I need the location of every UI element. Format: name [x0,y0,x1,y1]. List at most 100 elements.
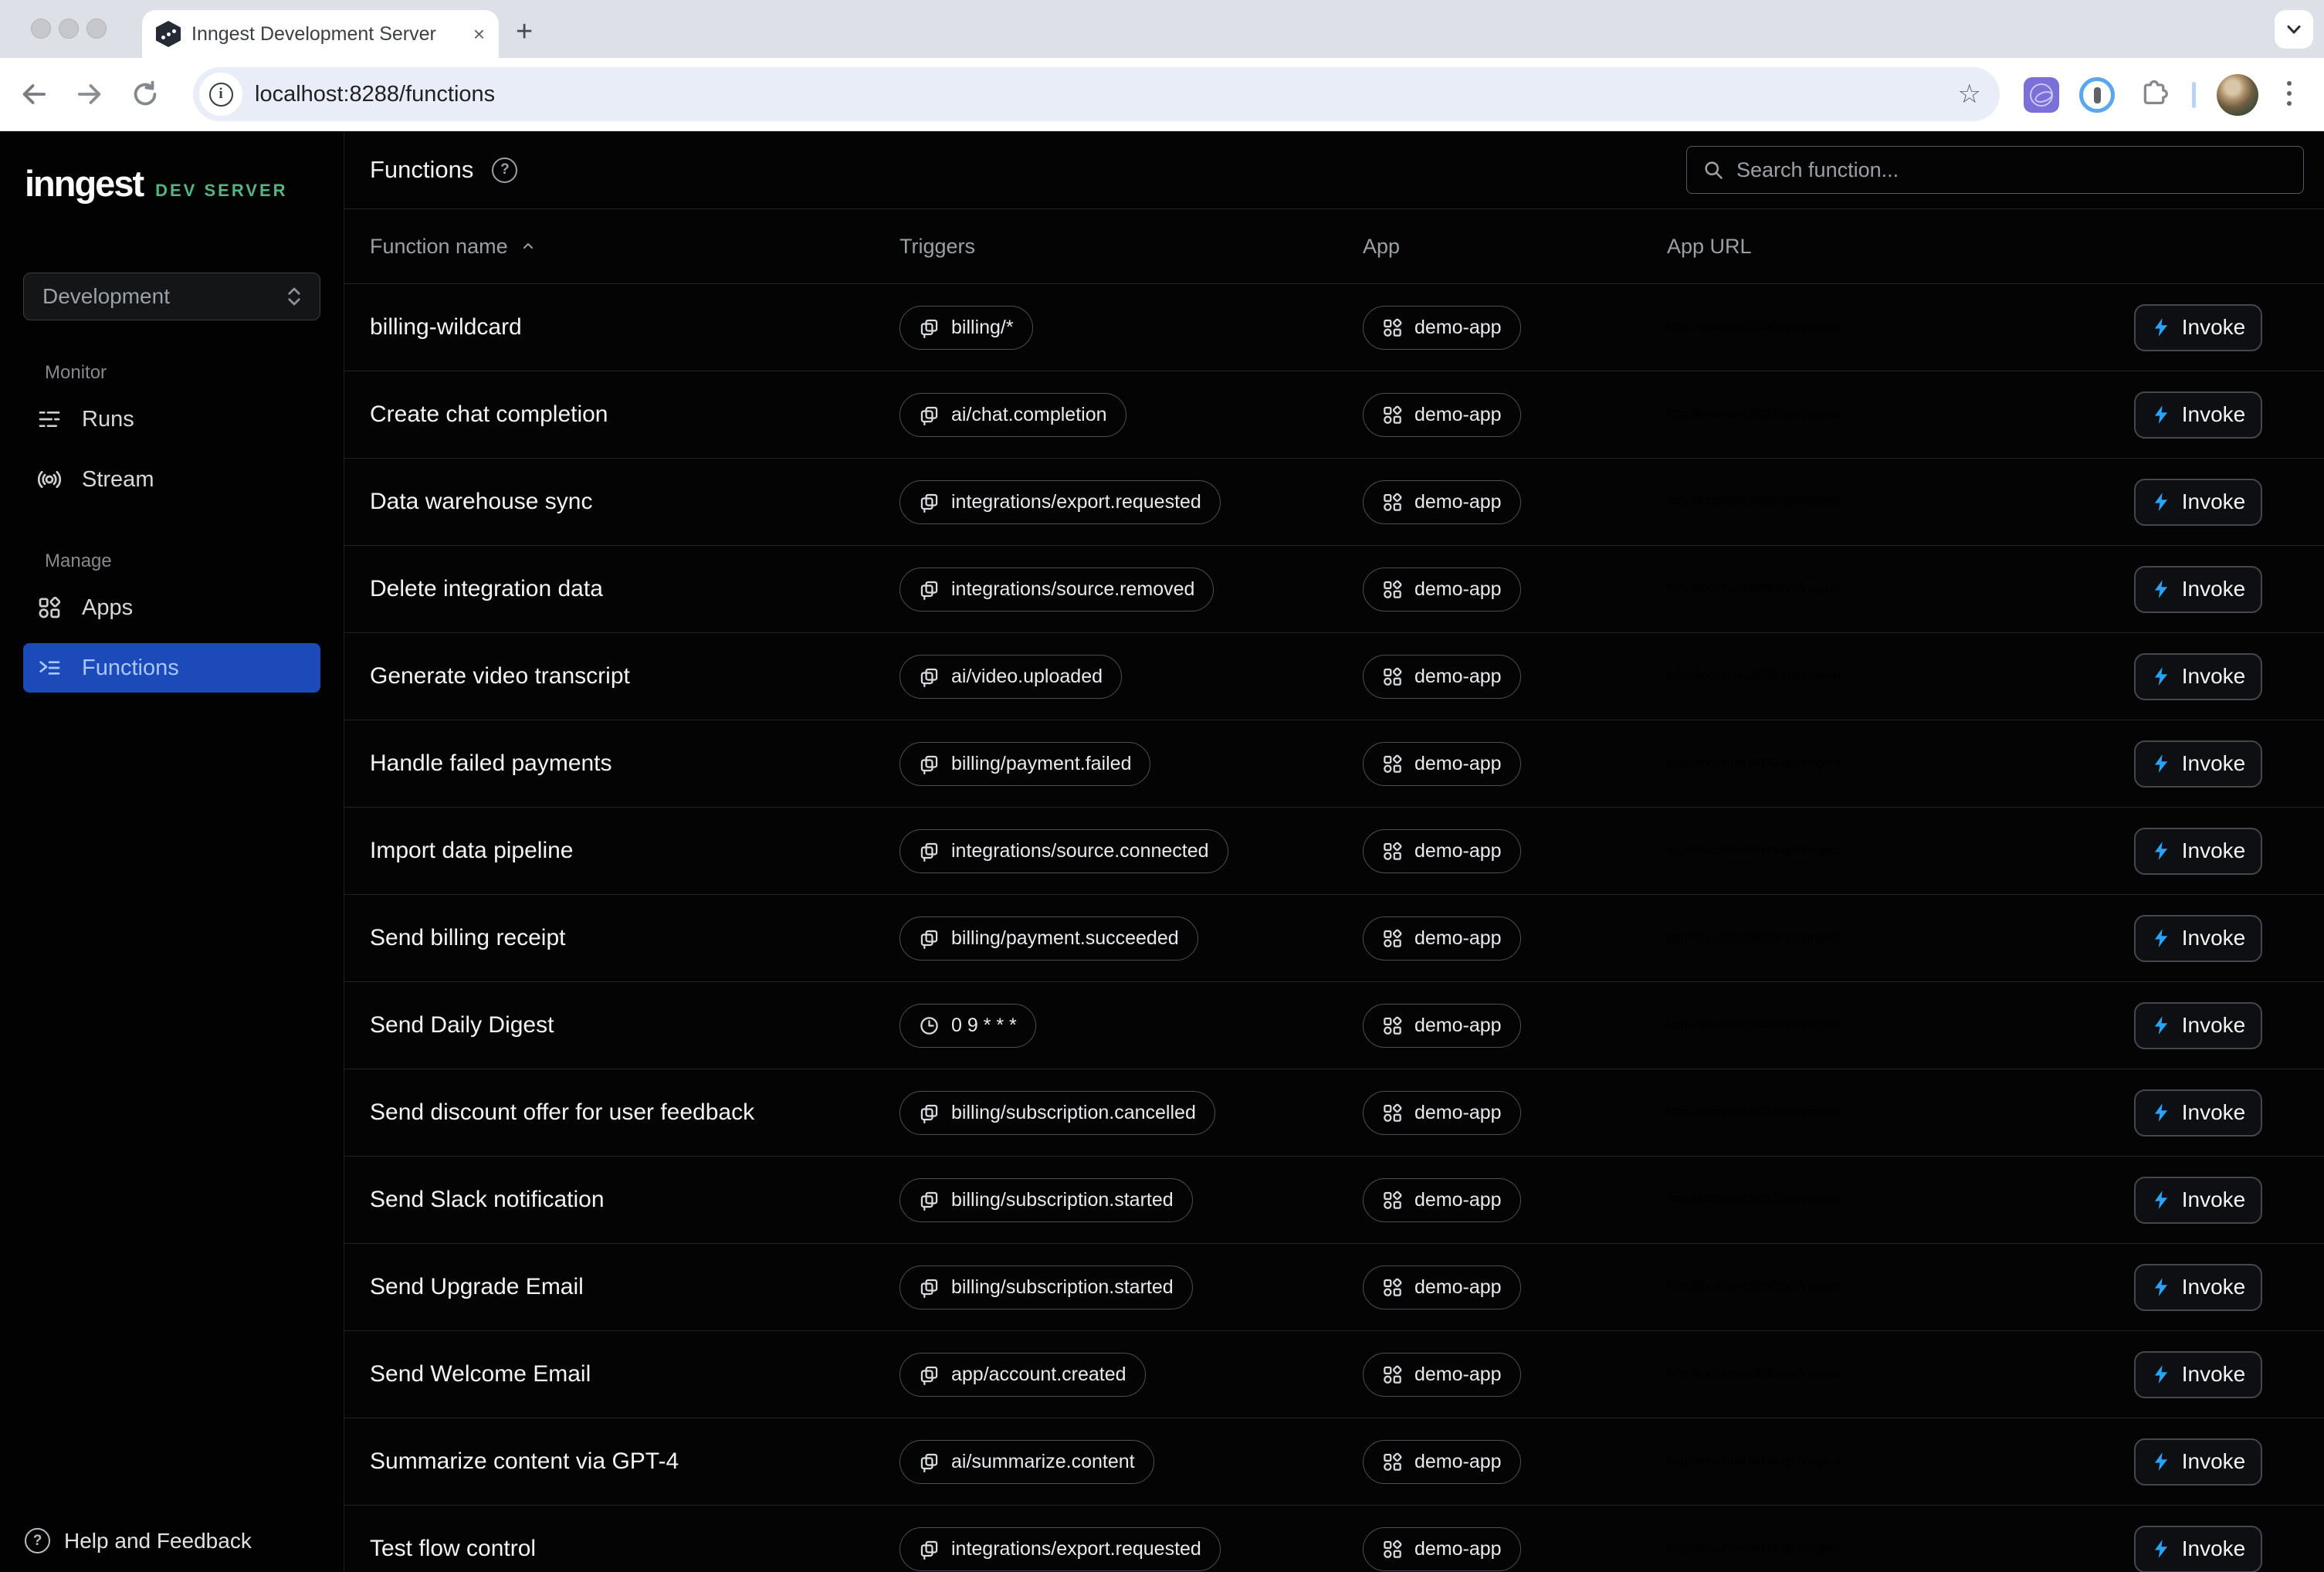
password-manager-icon[interactable] [2079,77,2115,113]
trigger-badge[interactable]: app/account.created [899,1353,1146,1397]
invoke-button[interactable]: Invoke [2134,828,2262,875]
minimize-window-button[interactable] [59,19,79,39]
invoke-button[interactable]: Invoke [2134,1089,2262,1137]
invoke-button[interactable]: Invoke [2134,1002,2262,1049]
invoke-button[interactable]: Invoke [2134,1177,2262,1224]
search-box[interactable] [1686,146,2304,194]
bookmark-star-icon[interactable]: ☆ [1958,81,1981,107]
column-function-name[interactable]: Function name [370,235,508,259]
profile-avatar[interactable] [2217,74,2258,116]
invoke-button[interactable]: Invoke [2134,653,2262,700]
sidebar-item-runs[interactable]: Runs [23,395,320,444]
app-badge[interactable]: demo-app [1363,1004,1521,1048]
trigger-badge[interactable]: billing/* [899,306,1033,350]
browser-menu-button[interactable] [2284,78,2295,109]
address-bar[interactable]: i localhost:8288/functions ☆ [193,67,2000,121]
app-badge[interactable]: demo-app [1363,480,1521,524]
close-window-button[interactable] [31,19,51,39]
site-info-button[interactable]: i [199,73,242,116]
app-badge[interactable]: demo-app [1363,1091,1521,1135]
function-name[interactable]: Send billing receipt [370,925,566,951]
invoke-button[interactable]: Invoke [2134,566,2262,613]
function-name[interactable]: Handle failed payments [370,750,612,777]
trigger-label: integrations/source.connected [951,840,1209,862]
trigger-badge[interactable]: billing/subscription.started [899,1265,1193,1309]
app-badge[interactable]: demo-app [1363,567,1521,612]
function-name[interactable]: Send Upgrade Email [370,1274,584,1300]
invoke-button[interactable]: Invoke [2134,1264,2262,1311]
app-badge[interactable]: demo-app [1363,1353,1521,1397]
trigger-badge[interactable]: ai/chat.completion [899,393,1126,437]
functions-table-body: billing-wildcard billing/* demo-app http… [344,284,2324,1572]
page-help-icon[interactable]: ? [492,158,517,183]
function-name[interactable]: Import data pipeline [370,838,574,864]
zoom-window-button[interactable] [86,19,107,39]
trigger-badge[interactable]: integrations/export.requested [899,480,1221,524]
function-name[interactable]: Test flow control [370,1536,536,1562]
trigger-label: ai/summarize.content [951,1451,1135,1473]
function-name[interactable]: Send discount offer for user feedback [370,1099,754,1126]
app-badge[interactable]: demo-app [1363,829,1521,873]
reload-button[interactable] [128,77,162,111]
forward-button[interactable] [73,77,107,111]
function-name[interactable]: Delete integration data [370,576,603,602]
trigger-badge[interactable]: billing/payment.failed [899,742,1150,786]
sidebar-item-stream[interactable]: Stream [23,455,320,504]
invoke-button[interactable]: Invoke [2134,1438,2262,1486]
tab-close-icon[interactable]: × [473,24,485,44]
app-badge[interactable]: demo-app [1363,655,1521,699]
help-and-feedback[interactable]: ? Help and Feedback [25,1528,252,1553]
app-badge[interactable]: demo-app [1363,916,1521,960]
event-icon [919,754,940,774]
app-badge[interactable]: demo-app [1363,1440,1521,1484]
sidebar-item-label: Stream [82,467,154,493]
url-text[interactable]: localhost:8288/functions [255,82,1958,107]
function-name[interactable]: Data warehouse sync [370,489,593,515]
extensions-puzzle-icon[interactable] [2136,76,2170,114]
invoke-button[interactable]: Invoke [2134,915,2262,962]
environment-select[interactable]: Development [23,273,320,320]
trigger-badge[interactable]: billing/subscription.started [899,1178,1193,1222]
back-button[interactable] [17,77,51,111]
trigger-badge[interactable]: billing/subscription.cancelled [899,1091,1215,1135]
invoke-button[interactable]: Invoke [2134,479,2262,526]
extension-icon[interactable] [2024,77,2059,113]
invoke-button[interactable]: Invoke [2134,1351,2262,1398]
app-icon [1382,405,1403,425]
sidebar-item-apps[interactable]: Apps [23,583,320,632]
trigger-badge[interactable]: 0 9 * * * [899,1004,1036,1048]
app-badge-label: demo-app [1414,666,1502,688]
browser-tab[interactable]: Inngest Development Server × [142,10,499,58]
new-tab-button[interactable]: + [516,17,533,46]
app-badge[interactable]: demo-app [1363,742,1521,786]
trigger-badge[interactable]: billing/payment.succeeded [899,916,1198,960]
invoke-button[interactable]: Invoke [2134,740,2262,788]
app-badge[interactable]: demo-app [1363,1265,1521,1309]
invoke-button[interactable]: Invoke [2134,304,2262,351]
trigger-badge[interactable]: integrations/source.removed [899,567,1214,612]
function-name[interactable]: Send Welcome Email [370,1361,591,1387]
tab-search-button[interactable] [2275,10,2313,49]
trigger-badge[interactable]: integrations/export.requested [899,1527,1221,1571]
search-input[interactable] [1736,158,2288,182]
app-badge[interactable]: demo-app [1363,306,1521,350]
invoke-button[interactable]: Invoke [2134,391,2262,439]
function-name[interactable]: Send Daily Digest [370,1012,554,1038]
app-badge[interactable]: demo-app [1363,393,1521,437]
sort-ascending-icon[interactable] [520,239,536,254]
trigger-badge[interactable]: integrations/source.connected [899,829,1228,873]
invoke-button[interactable]: Invoke [2134,1526,2262,1572]
function-name[interactable]: Send Slack notification [370,1187,605,1213]
function-name[interactable]: Create chat completion [370,401,608,428]
trigger-label: integrations/source.removed [951,578,1194,601]
app-badge-label: demo-app [1414,578,1502,601]
function-name[interactable]: billing-wildcard [370,314,522,340]
app-badge[interactable]: demo-app [1363,1178,1521,1222]
function-name[interactable]: Generate video transcript [370,663,630,689]
app-badge[interactable]: demo-app [1363,1527,1521,1571]
trigger-badge[interactable]: ai/video.uploaded [899,655,1122,699]
function-name[interactable]: Summarize content via GPT-4 [370,1448,679,1475]
chevron-down-icon [2285,20,2303,39]
sidebar-item-functions[interactable]: Functions [23,643,320,693]
trigger-badge[interactable]: ai/summarize.content [899,1440,1154,1484]
